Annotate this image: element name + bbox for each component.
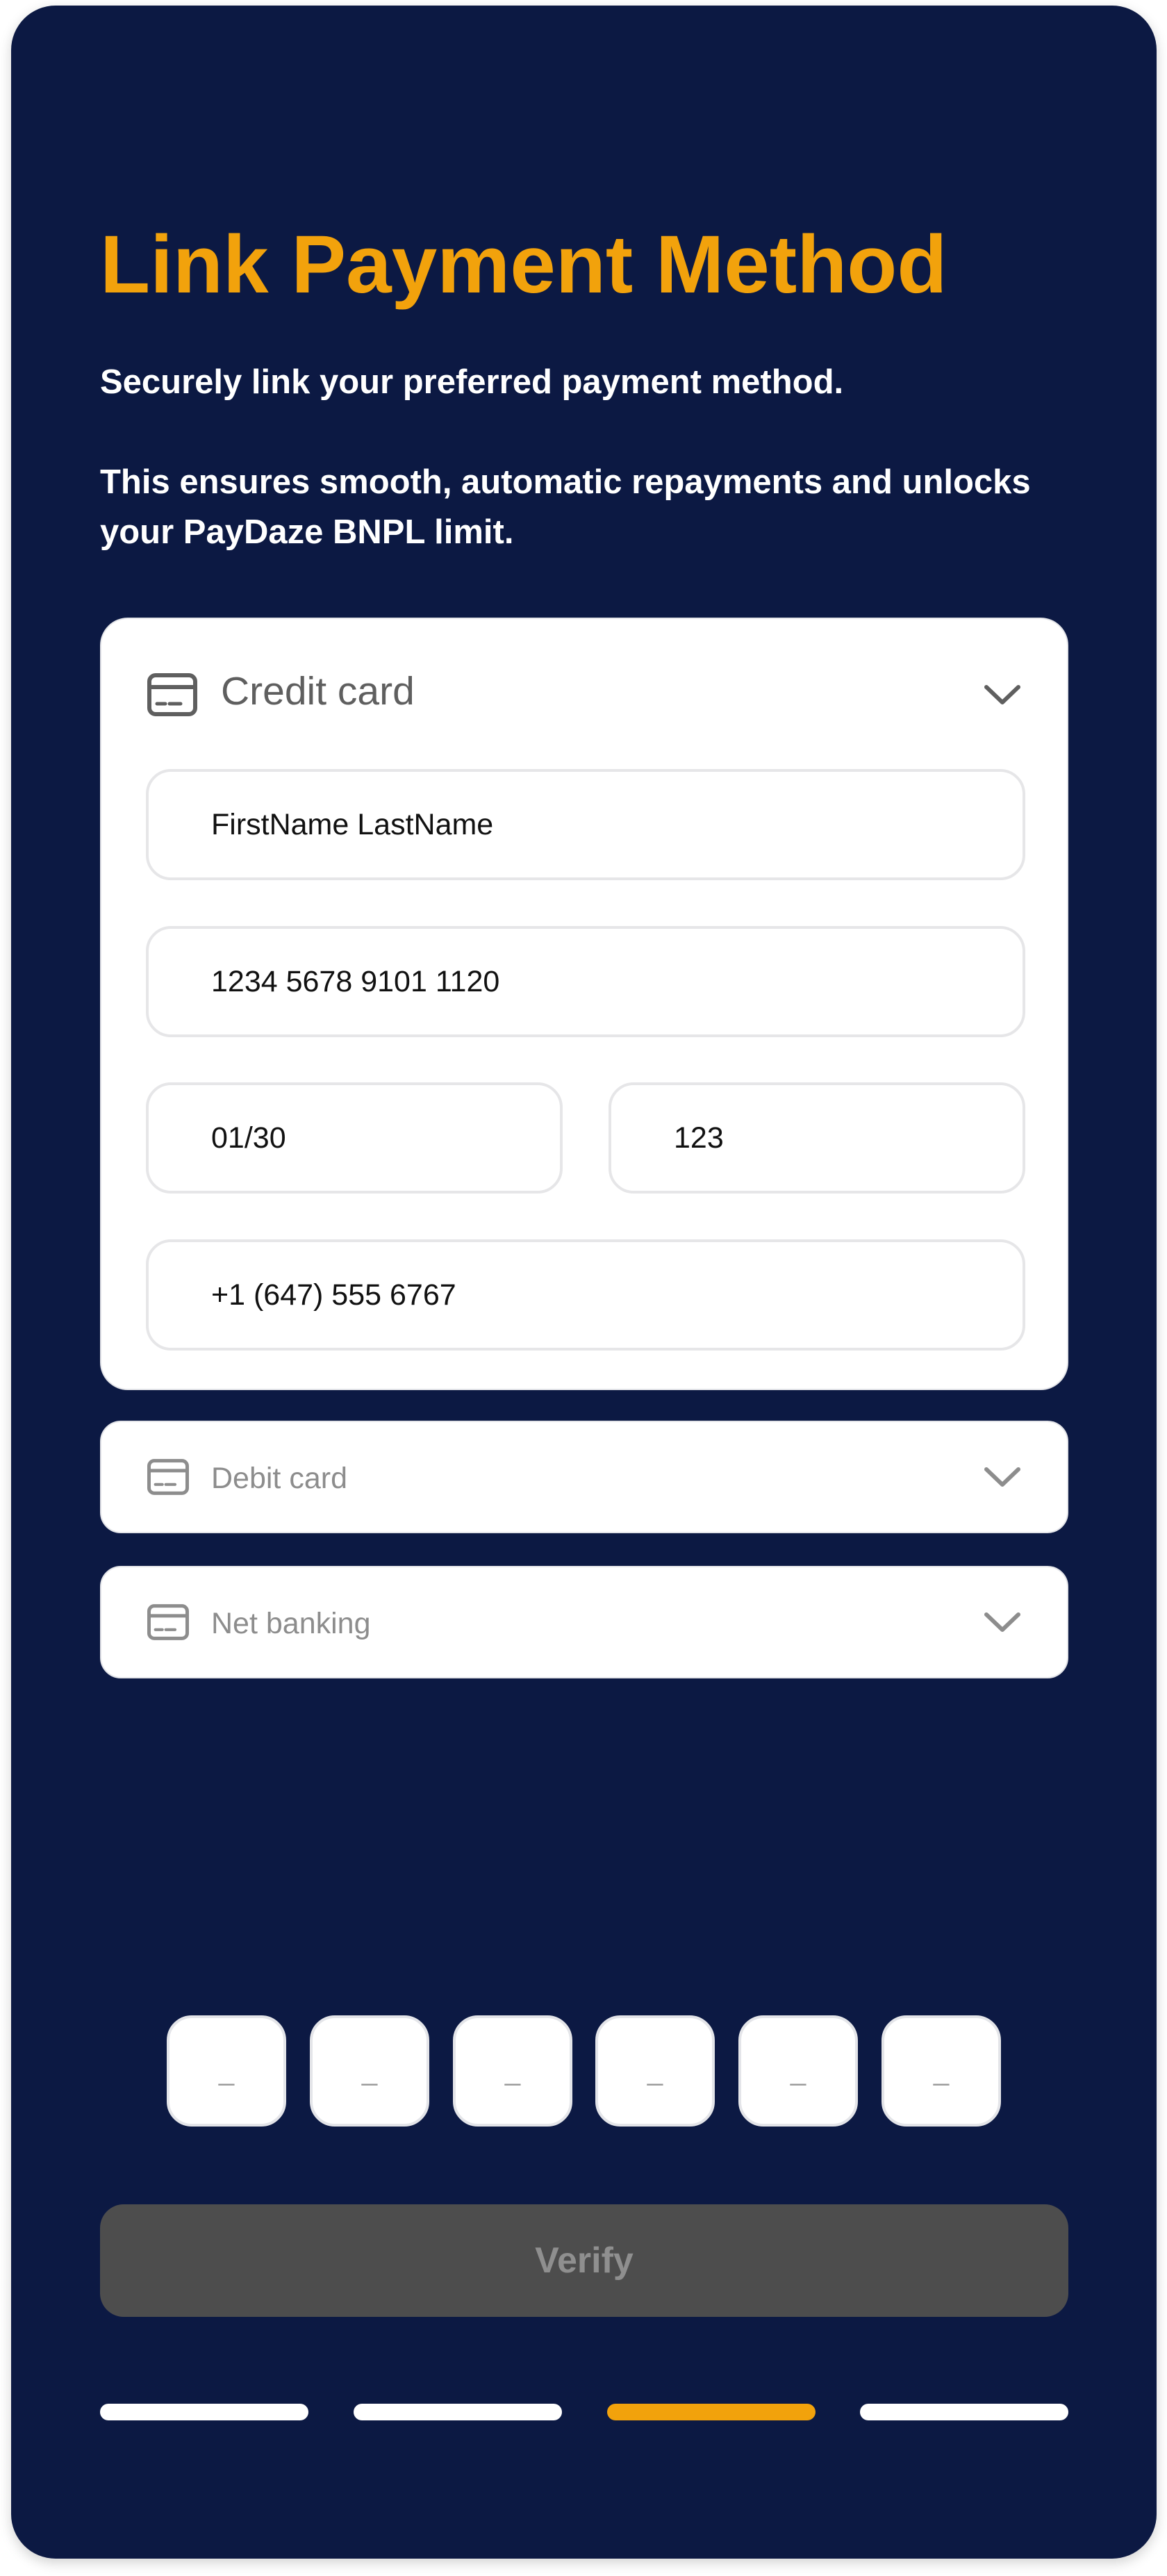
progress-step-current — [607, 2404, 816, 2420]
onboarding-screen: Link Payment Method Securely link your p… — [11, 6, 1157, 2559]
chevron-down-icon[interactable] — [984, 1467, 1021, 1487]
otp-digit-input[interactable]: _ — [167, 2015, 286, 2127]
otp-digit-input[interactable]: _ — [310, 2015, 429, 2127]
debit-card-option[interactable]: Debit card — [100, 1421, 1068, 1533]
page-title: Link Payment Method — [100, 219, 947, 311]
credit-card-icon — [147, 1604, 189, 1640]
credit-card-panel: Credit card FirstName LastName 1234 5678… — [100, 618, 1068, 1390]
chevron-down-icon[interactable] — [984, 1612, 1021, 1633]
otp-input-group: _ _ _ _ _ _ — [11, 2015, 1157, 2127]
net-banking-label: Net banking — [211, 1607, 371, 1640]
otp-digit-input[interactable]: _ — [738, 2015, 858, 2127]
step-progress-indicator — [11, 2404, 1157, 2420]
credit-card-icon — [147, 1459, 189, 1495]
otp-digit-input[interactable]: _ — [453, 2015, 572, 2127]
card-number-field[interactable]: 1234 5678 9101 1120 — [146, 926, 1025, 1037]
otp-digit-input[interactable]: _ — [595, 2015, 715, 2127]
net-banking-option[interactable]: Net banking — [100, 1566, 1068, 1678]
credit-card-label: Credit card — [221, 669, 415, 713]
cvv-field[interactable]: 123 — [609, 1082, 1025, 1194]
phone-number-field[interactable]: +1 (647) 555 6767 — [146, 1239, 1025, 1351]
page-subtitle: Securely link your preferred payment met… — [100, 363, 844, 401]
page-description: This ensures smooth, automatic repayment… — [100, 463, 1031, 551]
verify-button[interactable]: Verify — [100, 2204, 1068, 2317]
progress-step — [100, 2404, 308, 2420]
credit-card-icon — [147, 673, 197, 716]
chevron-up-icon[interactable] — [984, 684, 1021, 705]
progress-step — [354, 2404, 562, 2420]
otp-digit-input[interactable]: _ — [882, 2015, 1001, 2127]
credit-card-header[interactable]: Credit card — [101, 619, 1067, 765]
cardholder-name-field[interactable]: FirstName LastName — [146, 769, 1025, 880]
expiry-date-field[interactable]: 01/30 — [146, 1082, 563, 1194]
progress-step — [860, 2404, 1068, 2420]
debit-card-label: Debit card — [211, 1462, 347, 1495]
